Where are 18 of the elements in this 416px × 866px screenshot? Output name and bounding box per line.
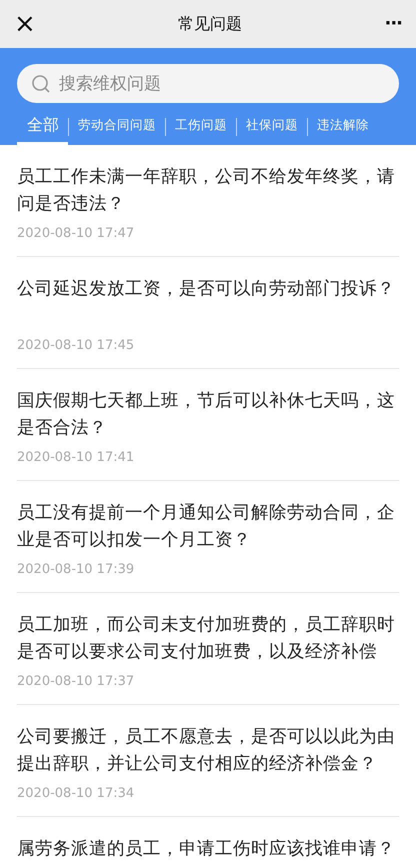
window-title: 常见问题 (178, 14, 242, 34)
question-time: 2020-08-10 17:37 (17, 674, 136, 689)
question-title[interactable]: 国庆假期七天都上班，节后可以补休七天吗，这是否合法？ (17, 388, 395, 442)
close-button[interactable]: × (10, 11, 40, 37)
question-title[interactable]: 公司延迟发放工资，是否可以向劳动部门投诉？ (17, 276, 395, 330)
question-title[interactable]: 公司要搬迁，员工不愿意去，是否可以以此为由提出辞职，并让公司支付相应的经济补偿金？ (17, 724, 395, 778)
search-field[interactable]: 搜索维权问题 (17, 64, 399, 103)
question-time: 2020-08-10 17:34 (17, 786, 136, 801)
question-title[interactable]: 员工工作未满一年辞职，公司不给发年终奖，请问是否违法？ (17, 164, 395, 218)
search-icon (31, 74, 51, 94)
question-time: 2020-08-10 17:47 (17, 226, 136, 241)
question-time: 2020-08-10 17:45 (17, 338, 136, 353)
question-title[interactable]: 员工没有提前一个月通知公司解除劳动合同，企业是否可以扣发一个月工资？ (17, 500, 395, 554)
question-title[interactable]: 员工加班，而公司未支付加班费的，员工辞职时是否可以要求公司支付加班费，以及经济补偿 (17, 612, 395, 666)
question-time: 2020-08-10 17:39 (17, 562, 136, 577)
more-button[interactable]: ··· (380, 15, 406, 33)
question-time: 2020-08-10 17:41 (17, 450, 136, 465)
question-title[interactable]: 属劳务派遣的员工，申请工伤时应该找谁申请？ (17, 836, 395, 866)
